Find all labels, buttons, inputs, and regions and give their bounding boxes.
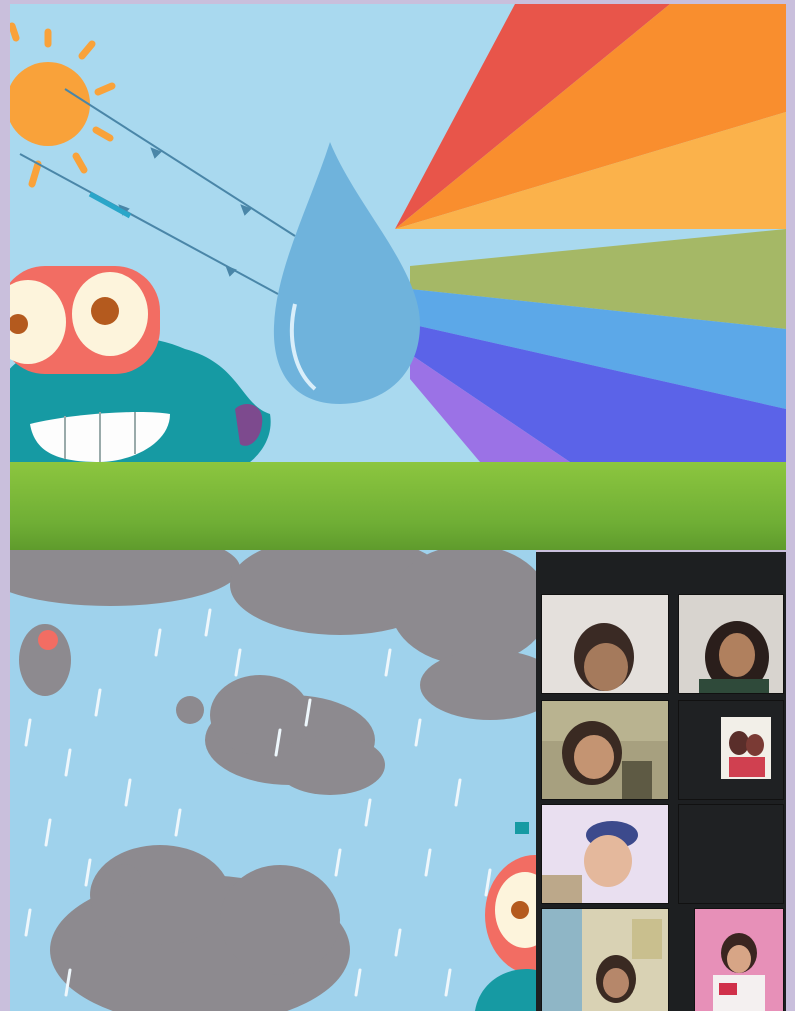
participant-tile[interactable]	[678, 594, 784, 694]
rain-illustration	[10, 550, 536, 1011]
participant-video	[695, 909, 783, 1011]
participant-video	[542, 595, 668, 693]
participant-tile[interactable]	[541, 594, 669, 694]
monster-peek	[475, 822, 536, 1011]
rain-scene	[10, 550, 536, 1011]
participant-tile[interactable]	[678, 700, 784, 800]
participant-tile[interactable]	[541, 908, 669, 1011]
participant-video	[679, 701, 783, 799]
participant-video	[542, 701, 668, 799]
participant-tile[interactable]	[541, 804, 669, 904]
participant-video	[679, 595, 783, 693]
participant-tile[interactable]	[541, 700, 669, 800]
cloud-left	[19, 624, 71, 696]
participant-video	[542, 909, 668, 1011]
participant-tile[interactable]	[694, 908, 784, 1011]
participant-video	[542, 805, 668, 903]
monster-character	[10, 266, 271, 462]
raindrop-icon	[273, 142, 420, 404]
rainbow-scene	[10, 4, 786, 462]
sun-icon	[10, 22, 116, 188]
rainbow	[395, 4, 786, 462]
participant-tile-no-video[interactable]	[678, 804, 784, 904]
participant-grid	[536, 552, 786, 1011]
cloud-bottom	[50, 845, 350, 1011]
rainbow-illustration	[10, 4, 786, 462]
grass-band	[10, 462, 786, 550]
